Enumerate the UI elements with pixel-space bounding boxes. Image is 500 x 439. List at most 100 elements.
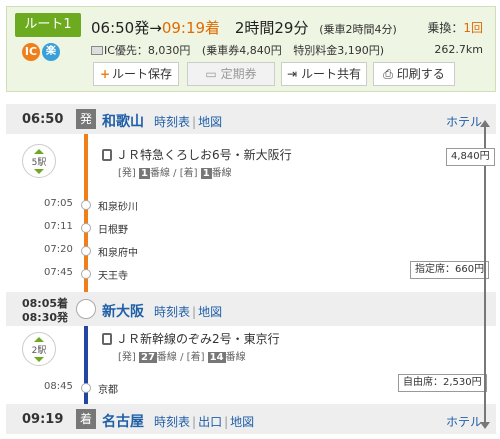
- print-label: 印刷する: [396, 67, 445, 81]
- track-suffix: 番線: [211, 168, 232, 179]
- share-route-button[interactable]: ⇥ ルート共有: [281, 62, 367, 86]
- timetable-link[interactable]: 時刻表: [154, 115, 190, 129]
- share-icon: ⇥: [287, 67, 298, 81]
- timetable-link[interactable]: 時刻表: [154, 415, 190, 429]
- dep-label: [発]: [118, 352, 136, 363]
- station-links: 時刻表 | 地図: [154, 305, 223, 319]
- train-icon: [102, 333, 112, 345]
- seat-fare-leg2: 自由席：2,530円: [398, 374, 487, 392]
- track-suffix: 番線: [156, 352, 177, 363]
- ic-card-icon: IC: [22, 43, 40, 61]
- departure-time: 06:50: [22, 112, 64, 127]
- seat-fare-leg1: 指定席：660円: [410, 261, 490, 279]
- expand-down-icon: [34, 357, 44, 362]
- stop-dot: [81, 246, 91, 256]
- station-row-wakayama: 06:50 発 和歌山 時刻表 | 地図 ホテル: [6, 104, 496, 134]
- map-link[interactable]: 地図: [230, 415, 254, 429]
- train-label[interactable]: ＪＲ特急くろしお6号・新大阪行: [116, 148, 292, 162]
- transfers-value: 1回: [463, 21, 483, 35]
- stop-dot: [81, 223, 91, 233]
- ticket-fare-box: 4,840円: [446, 148, 495, 166]
- slash: /: [180, 352, 184, 363]
- stop-count-toggle[interactable]: 2駅: [22, 332, 56, 366]
- ticket-span-line: [484, 126, 486, 422]
- commuter-pass-button[interactable]: ▭ 定期券: [187, 62, 275, 86]
- stop-time: 07:20: [44, 244, 73, 255]
- stop-count-label: 2駅: [31, 346, 47, 356]
- dep-track: 1: [139, 168, 150, 179]
- ride-duration: (乗車2時間4分): [319, 23, 397, 36]
- time-summary: 06:50発→09:19着 2時間29分 (乗車2時間4分): [91, 17, 397, 38]
- fare-summary: IC優先：8,030円 (乗車券4,840円 特別料金3,190円): [91, 42, 384, 58]
- dep-track: 27: [139, 352, 157, 363]
- expand-down-icon: [34, 169, 44, 174]
- stop-name: 日根野: [98, 225, 128, 236]
- stop-time: 07:45: [44, 267, 73, 278]
- train-name: ＪＲ特急くろしお6号・新大阪行: [102, 146, 292, 163]
- stop-name: 和泉府中: [98, 248, 138, 259]
- stop-dot: [81, 200, 91, 210]
- ic-card-icon: [91, 46, 103, 55]
- arrival-time: 09:19: [22, 412, 64, 427]
- route-summary-panel: ルート1 IC 楽 06:50発→09:19着 2時間29分 (乗車2時間4分)…: [6, 6, 496, 92]
- route-detail: 06:50 発 和歌山 時刻表 | 地図 ホテル 5駅 ＪＲ特急くろしお6号・新大阪…: [6, 104, 496, 434]
- platform-info: [発] 27 番線 / [着] 14 番線: [118, 348, 246, 363]
- hotel-link[interactable]: ホテル: [446, 413, 482, 430]
- arr-track: 1: [200, 168, 212, 179]
- list-item: 07:20 和泉府中: [6, 244, 306, 260]
- expand-up-icon: [34, 149, 44, 154]
- distance: 262.7km: [434, 43, 483, 56]
- hotel-link[interactable]: ホテル: [446, 113, 482, 130]
- printer-icon: ⎙: [383, 67, 393, 81]
- station-row-shinosaka: 08:05着 08:30発 新大阪 時刻表 | 地図: [6, 292, 496, 326]
- route-tab[interactable]: ルート1: [15, 13, 81, 37]
- pass-icon: ▭: [205, 67, 217, 81]
- list-item: 07:45 天王寺: [6, 267, 306, 283]
- save-route-button[interactable]: + ルート保存: [93, 62, 179, 86]
- transfer-count: 乗換：1回: [427, 19, 483, 36]
- transfers-label: 乗換：: [427, 21, 464, 35]
- total-duration: 2時間29分: [234, 19, 309, 37]
- station-name[interactable]: 名古屋: [102, 411, 144, 431]
- timetable-link[interactable]: 時刻表: [154, 305, 190, 319]
- stop-dot: [81, 269, 91, 279]
- fare-ticket: (乗車券4,840円: [201, 44, 282, 57]
- stop-time: 07:11: [44, 221, 73, 232]
- print-button[interactable]: ⎙ 印刷する: [373, 62, 455, 86]
- train-icon: [102, 149, 112, 161]
- share-route-label: ルート共有: [300, 67, 361, 81]
- list-item: 08:45 京都: [6, 381, 306, 397]
- map-link[interactable]: 地図: [198, 115, 222, 129]
- depart-marker: 発: [76, 109, 96, 129]
- track-suffix: 番線: [225, 352, 246, 363]
- station-name[interactable]: 新大阪: [102, 301, 144, 321]
- save-route-label: ルート保存: [112, 67, 173, 81]
- train-name: ＪＲ新幹線のぞみ2号・東京行: [102, 330, 280, 347]
- expand-up-icon: [34, 337, 44, 342]
- arr-track: 14: [207, 352, 226, 363]
- train-label[interactable]: ＪＲ新幹線のぞみ2号・東京行: [116, 332, 280, 346]
- fare-ic: IC優先：8,030円: [104, 44, 191, 57]
- stop-dot: [81, 383, 91, 393]
- stop-name: 京都: [98, 385, 118, 396]
- map-link[interactable]: 地図: [198, 305, 222, 319]
- stop-time: 08:45: [44, 381, 73, 392]
- dep-label: [発]: [118, 168, 136, 179]
- track-suffix: 番線: [149, 168, 170, 179]
- arr-label: [着]: [186, 352, 205, 363]
- depart-time: 06:50発: [91, 19, 150, 37]
- stop-count-toggle[interactable]: 5駅: [22, 144, 56, 178]
- span-arrow-down-icon: [480, 422, 490, 429]
- arrow-glyph: →: [149, 19, 162, 37]
- exit-link[interactable]: 出口: [198, 415, 222, 429]
- stop-name: 和泉砂川: [98, 202, 138, 213]
- list-item: 07:05 和泉砂川: [6, 198, 306, 214]
- platform-info: [発] 1 番線 / [着] 1 番線: [118, 164, 232, 179]
- stop-time: 07:05: [44, 198, 73, 209]
- list-item: 07:11 日根野: [6, 221, 306, 237]
- easy-route-icon: 楽: [42, 43, 60, 61]
- station-links: 時刻表 | 地図: [154, 115, 223, 129]
- station-name[interactable]: 和歌山: [102, 111, 144, 131]
- commuter-pass-label: 定期券: [220, 67, 257, 81]
- arrive-time: 09:19着: [161, 19, 221, 37]
